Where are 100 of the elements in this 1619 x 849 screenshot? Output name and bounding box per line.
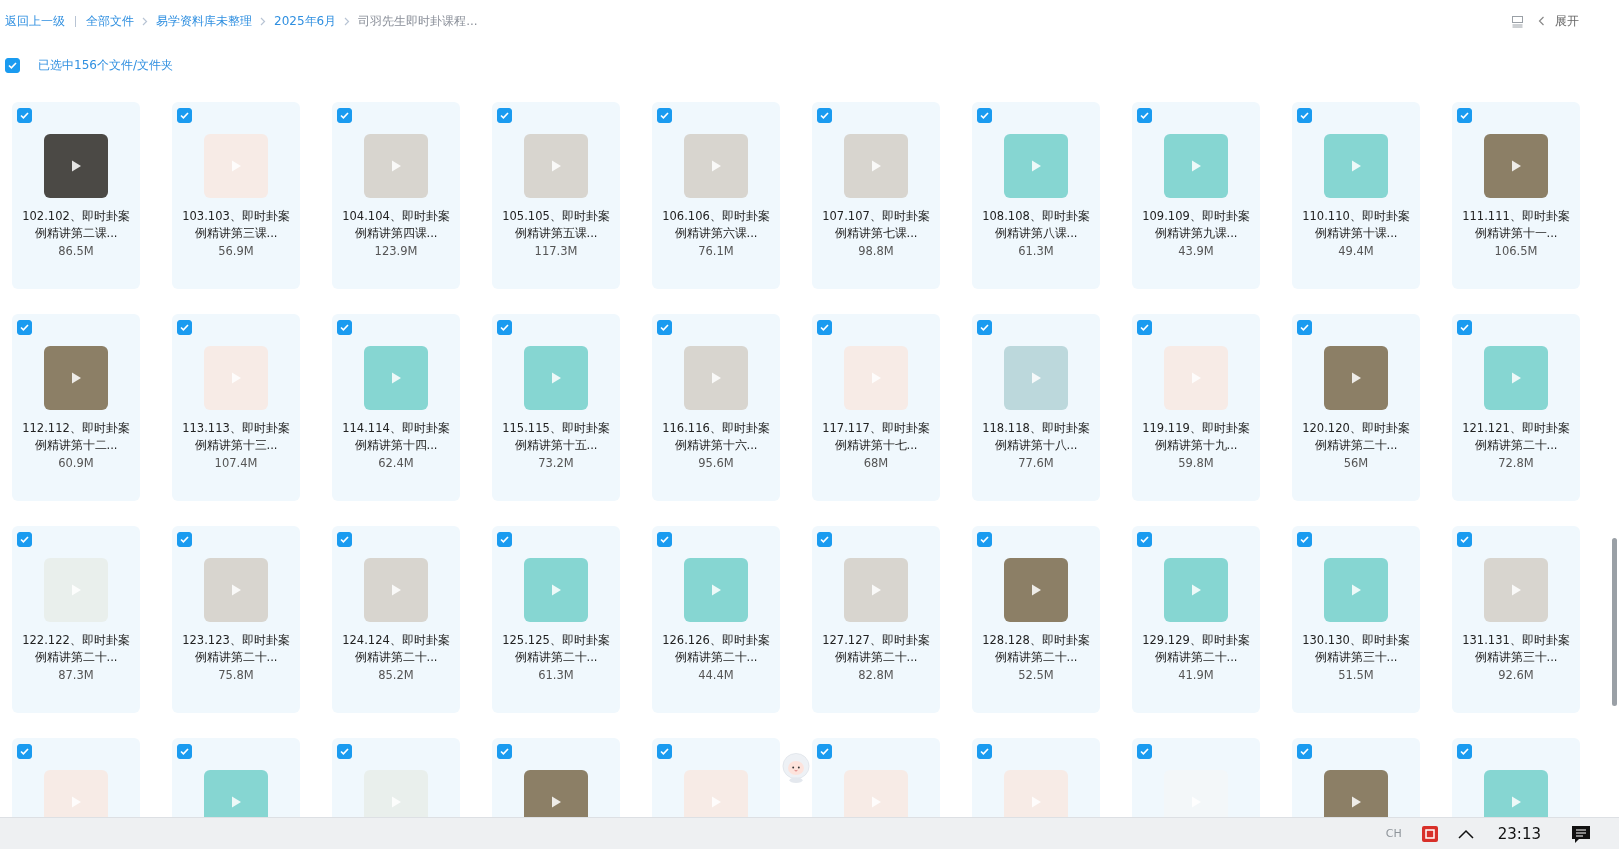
file-checkbox[interactable] [177, 744, 192, 759]
file-checkbox[interactable] [337, 532, 352, 547]
file-size: 92.6M [1498, 668, 1534, 682]
file-checkbox[interactable] [497, 744, 512, 759]
file-card[interactable]: 116.116、即时卦案例精讲第十六... 95.6M [652, 314, 780, 501]
file-checkbox[interactable] [977, 532, 992, 547]
file-card[interactable]: 108.108、即时卦案例精讲第八课... 61.3M [972, 102, 1100, 289]
file-checkbox[interactable] [657, 532, 672, 547]
file-card[interactable]: 124.124、即时卦案例精讲第二十... 85.2M [332, 526, 460, 713]
file-name: 104.104、即时卦案例精讲第四课... [341, 208, 451, 242]
file-checkbox[interactable] [497, 320, 512, 335]
select-all-checkbox[interactable] [5, 57, 20, 73]
file-checkbox[interactable] [1457, 320, 1472, 335]
file-checkbox[interactable] [977, 108, 992, 123]
file-card[interactable]: 120.120、即时卦案例精讲第二十... 56M [1292, 314, 1420, 501]
file-name: 109.109、即时卦案例精讲第九课... [1141, 208, 1251, 242]
file-card[interactable]: 105.105、即时卦案例精讲第五课... 117.3M [492, 102, 620, 289]
file-card[interactable]: 131.131、即时卦案例精讲第三十... 92.6M [1452, 526, 1580, 713]
file-checkbox[interactable] [817, 108, 832, 123]
breadcrumb-link[interactable]: 司羽先生即时卦课程... [358, 12, 478, 30]
file-card[interactable]: 112.112、即时卦案例精讲第十二... 60.9M [12, 314, 140, 501]
file-checkbox[interactable] [177, 320, 192, 335]
file-size: 56.9M [218, 244, 254, 258]
breadcrumb-link[interactable]: 全部文件 [86, 12, 134, 30]
file-checkbox[interactable] [337, 744, 352, 759]
file-name: 120.120、即时卦案例精讲第二十... [1301, 420, 1411, 454]
file-card[interactable]: 102.102、即时卦案例精讲第二课... 86.5M [12, 102, 140, 289]
breadcrumb-link[interactable]: 2025年6月 [274, 12, 337, 30]
file-card[interactable]: 129.129、即时卦案例精讲第二十... 41.9M [1132, 526, 1260, 713]
play-icon [1029, 583, 1043, 597]
notification-icon[interactable] [1571, 823, 1591, 844]
clock-time[interactable]: 23:13 [1497, 824, 1541, 843]
file-checkbox[interactable] [177, 532, 192, 547]
file-card[interactable]: 103.103、即时卦案例精讲第三课... 56.9M [172, 102, 300, 289]
file-card[interactable]: 121.121、即时卦案例精讲第二十... 72.8M [1452, 314, 1580, 501]
back-link[interactable]: 返回上一级 [5, 12, 65, 30]
breadcrumb-link[interactable]: 易学资料库未整理 [156, 12, 252, 30]
file-card[interactable]: 127.127、即时卦案例精讲第二十... 82.8M [812, 526, 940, 713]
file-checkbox[interactable] [337, 108, 352, 123]
app-tray-icon[interactable] [1419, 823, 1440, 844]
file-card[interactable]: 117.117、即时卦案例精讲第十七... 68M [812, 314, 940, 501]
play-icon [869, 583, 883, 597]
file-card[interactable]: 111.111、即时卦案例精讲第十一... 106.5M [1452, 102, 1580, 289]
file-size: 52.5M [1018, 668, 1054, 682]
file-checkbox[interactable] [1137, 320, 1152, 335]
check-icon [979, 110, 990, 121]
layout-icon[interactable] [1511, 14, 1524, 28]
file-card[interactable]: 128.128、即时卦案例精讲第二十... 52.5M [972, 526, 1100, 713]
file-checkbox[interactable] [1137, 744, 1152, 759]
check-icon [339, 322, 350, 333]
file-card[interactable]: 107.107、即时卦案例精讲第七课... 98.8M [812, 102, 940, 289]
file-checkbox[interactable] [977, 320, 992, 335]
scrollbar[interactable] [1612, 538, 1617, 706]
file-checkbox[interactable] [1297, 320, 1312, 335]
file-size: 73.2M [538, 456, 574, 470]
file-checkbox[interactable] [817, 744, 832, 759]
file-checkbox[interactable] [1457, 532, 1472, 547]
file-checkbox[interactable] [977, 744, 992, 759]
file-card[interactable]: 118.118、即时卦案例精讲第十八... 77.6M [972, 314, 1100, 501]
file-card[interactable]: 104.104、即时卦案例精讲第四课... 123.9M [332, 102, 460, 289]
file-checkbox[interactable] [337, 320, 352, 335]
file-checkbox[interactable] [497, 532, 512, 547]
file-checkbox[interactable] [17, 108, 32, 123]
file-checkbox[interactable] [1457, 108, 1472, 123]
file-checkbox[interactable] [177, 108, 192, 123]
file-card[interactable]: 126.126、即时卦案例精讲第二十... 44.4M [652, 526, 780, 713]
file-card[interactable]: 113.113、即时卦案例精讲第十三... 107.4M [172, 314, 300, 501]
file-card[interactable]: 130.130、即时卦案例精讲第三十... 51.5M [1292, 526, 1420, 713]
file-checkbox[interactable] [1137, 108, 1152, 123]
file-checkbox[interactable] [497, 108, 512, 123]
file-size: 77.6M [1018, 456, 1054, 470]
file-checkbox[interactable] [1297, 108, 1312, 123]
file-checkbox[interactable] [817, 532, 832, 547]
file-checkbox[interactable] [1137, 532, 1152, 547]
file-checkbox[interactable] [657, 744, 672, 759]
file-checkbox[interactable] [657, 320, 672, 335]
chevron-up-icon[interactable] [1457, 828, 1474, 839]
file-name: 117.117、即时卦案例精讲第十七... [821, 420, 931, 454]
expand-button[interactable]: 展开 [1538, 12, 1579, 30]
file-name: 125.125、即时卦案例精讲第二十... [501, 632, 611, 666]
file-card[interactable]: 115.115、即时卦案例精讲第十五... 73.2M [492, 314, 620, 501]
file-checkbox[interactable] [817, 320, 832, 335]
file-checkbox[interactable] [17, 744, 32, 759]
file-size: 87.3M [58, 668, 94, 682]
file-card[interactable]: 122.122、即时卦案例精讲第二十... 87.3M [12, 526, 140, 713]
file-card[interactable]: 123.123、即时卦案例精讲第二十... 75.8M [172, 526, 300, 713]
check-icon [499, 534, 510, 545]
file-card[interactable]: 114.114、即时卦案例精讲第十四... 62.4M [332, 314, 460, 501]
file-checkbox[interactable] [1297, 532, 1312, 547]
play-icon [1349, 583, 1363, 597]
file-checkbox[interactable] [657, 108, 672, 123]
file-checkbox[interactable] [1457, 744, 1472, 759]
file-card[interactable]: 119.119、即时卦案例精讲第十九... 59.8M [1132, 314, 1260, 501]
file-card[interactable]: 106.106、即时卦案例精讲第六课... 76.1M [652, 102, 780, 289]
file-checkbox[interactable] [17, 320, 32, 335]
file-card[interactable]: 109.109、即时卦案例精讲第九课... 43.9M [1132, 102, 1260, 289]
file-card[interactable]: 125.125、即时卦案例精讲第二十... 61.3M [492, 526, 620, 713]
file-checkbox[interactable] [1297, 744, 1312, 759]
file-checkbox[interactable] [17, 532, 32, 547]
file-card[interactable]: 110.110、即时卦案例精讲第十课... 49.4M [1292, 102, 1420, 289]
